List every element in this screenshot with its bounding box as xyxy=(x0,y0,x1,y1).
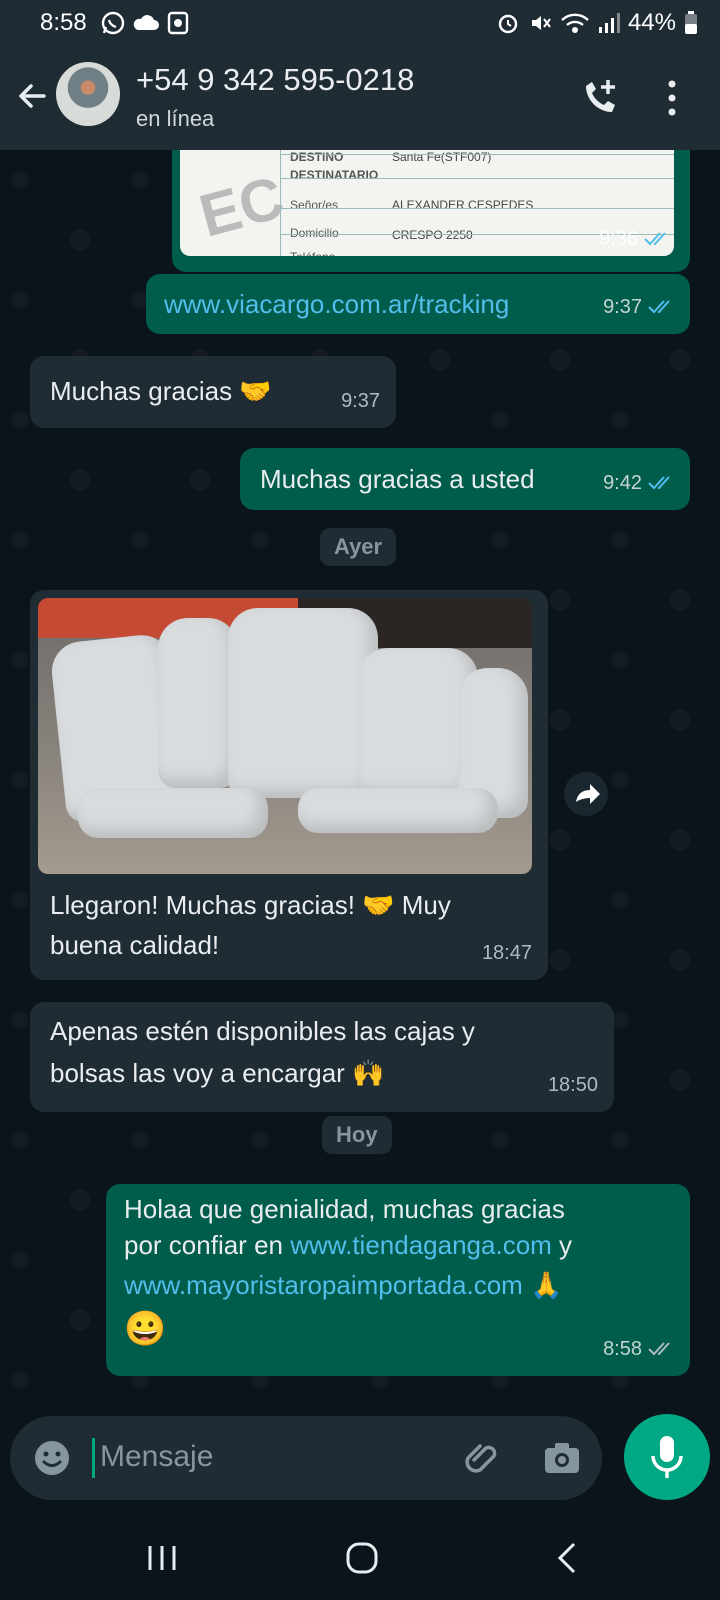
message-placeholder: Mensaje xyxy=(100,1440,214,1473)
contact-status: en línea xyxy=(136,106,215,131)
message-text-line: www.mayoristaropaimportada.com 🙏 xyxy=(124,1266,562,1304)
message-meta: 9:36 xyxy=(599,220,670,258)
alarm-icon xyxy=(498,14,518,34)
wifi-icon xyxy=(561,13,589,33)
message-meta: 9:37 xyxy=(341,382,380,420)
delivered-ticks-icon xyxy=(648,1342,670,1356)
tiendaganga-link[interactable]: www.tiendaganga.com xyxy=(290,1230,552,1260)
home-icon[interactable] xyxy=(342,1538,382,1578)
message-time: 18:50 xyxy=(547,1074,598,1096)
add-call-icon[interactable] xyxy=(578,76,622,120)
message-meta: 9:37 xyxy=(603,288,674,326)
message-text-fragment: 🙏 xyxy=(522,1270,563,1300)
camera-icon[interactable] xyxy=(542,1438,582,1478)
emoji-icon[interactable] xyxy=(32,1438,72,1478)
mayorista-link[interactable]: www.mayoristaropaimportada.com xyxy=(124,1270,523,1300)
message-text-line: Apenas estén disponibles las cajas y xyxy=(50,1016,475,1046)
read-ticks-icon xyxy=(648,476,670,490)
message-meta: 8:58 xyxy=(603,1330,674,1368)
message-meta: 18:50 xyxy=(548,1066,598,1104)
message-text: Muchas gracias 🤝 xyxy=(50,376,272,406)
message-text-fragment: por confiar en xyxy=(124,1230,291,1260)
message-text-line: buena calidad! xyxy=(50,930,220,960)
message-meta: 18:47 xyxy=(482,934,532,972)
message-time: 18:47 xyxy=(481,942,532,964)
message-text-line: Holaa que genialidad, muchas gracias xyxy=(124,1194,565,1224)
message-bubble[interactable]: Muchas gracias a usted 9:42 xyxy=(240,448,690,510)
cloud-icon xyxy=(133,15,159,30)
date-divider-hoy: Hoy xyxy=(322,1116,392,1154)
message-composer[interactable]: Mensaje xyxy=(10,1416,602,1500)
status-left-icons xyxy=(100,10,190,36)
read-ticks-icon xyxy=(644,232,666,246)
tracking-link[interactable]: www.viacargo.com.ar/tracking xyxy=(164,285,509,323)
back-nav-icon[interactable] xyxy=(548,1538,588,1578)
chat-header: +54 9 342 595-0218 en línea xyxy=(0,46,720,150)
back-arrow-icon[interactable] xyxy=(14,78,50,114)
text-cursor xyxy=(92,1438,95,1478)
message-bubble[interactable]: Apenas estén disponibles las cajas y bol… xyxy=(30,1002,614,1112)
message-time: 9:36 xyxy=(599,228,638,250)
image-message-bubble[interactable]: EC DESTINO Santa Fe(STF007) DESTINATARIO… xyxy=(172,150,690,272)
label-watermark: EC xyxy=(192,163,291,250)
shoes-photo[interactable] xyxy=(38,598,532,874)
message-time: 9:37 xyxy=(603,296,642,318)
read-ticks-icon xyxy=(648,300,670,314)
date-divider-ayer: Ayer xyxy=(320,528,397,566)
message-text-line: por confiar en www.tiendaganga.com y xyxy=(124,1226,572,1264)
voice-message-button[interactable] xyxy=(624,1414,710,1500)
message-time: 8:58 xyxy=(603,1338,642,1360)
battery-percent: 44% xyxy=(627,9,676,36)
message-text-line: bolsas las voy a encargar 🙌 xyxy=(50,1058,385,1088)
microphone-icon xyxy=(651,1436,683,1478)
chat-area[interactable]: EC DESTINO Santa Fe(STF007) DESTINATARIO… xyxy=(0,150,720,1400)
contact-avatar[interactable] xyxy=(56,62,120,126)
recent-apps-icon[interactable] xyxy=(142,1538,182,1578)
system-navigation-bar xyxy=(0,1510,720,1600)
message-meta: 9:42 xyxy=(603,464,674,502)
contact-name[interactable]: +54 9 342 595-0218 xyxy=(136,62,414,98)
status-right-icons: 44% xyxy=(496,9,698,37)
message-text-line: 😀 xyxy=(124,1310,167,1348)
status-time: 8:58 xyxy=(40,9,87,36)
notification-app-icon xyxy=(167,11,189,35)
message-time: 9:37 xyxy=(341,390,380,412)
more-options-icon[interactable] xyxy=(664,78,680,118)
attach-icon[interactable] xyxy=(462,1438,502,1478)
image-message-bubble[interactable]: Llegaron! Muchas gracias! 🤝 Muy buena ca… xyxy=(30,590,548,980)
message-bubble[interactable]: www.viacargo.com.ar/tracking 9:37 xyxy=(146,274,690,334)
message-bubble[interactable]: Muchas gracias 🤝 9:37 xyxy=(30,356,396,428)
whatsapp-icon xyxy=(101,11,125,35)
message-text-line: Llegaron! Muchas gracias! 🤝 Muy xyxy=(50,890,451,920)
message-text-fragment: y xyxy=(551,1230,573,1260)
doc-line: CRESPO 2250 xyxy=(392,228,473,242)
doc-line: Teléfono xyxy=(290,238,335,256)
message-bubble[interactable]: Holaa que genialidad, muchas gracias por… xyxy=(106,1184,690,1376)
mute-icon xyxy=(531,16,551,30)
battery-icon xyxy=(685,11,697,34)
message-text: Muchas gracias a usted xyxy=(260,464,535,494)
forward-icon xyxy=(576,784,600,804)
forward-button[interactable] xyxy=(564,772,608,816)
status-bar: 8:58 44% xyxy=(0,0,720,46)
message-time: 9:42 xyxy=(603,472,642,494)
signal-icon xyxy=(598,13,620,33)
